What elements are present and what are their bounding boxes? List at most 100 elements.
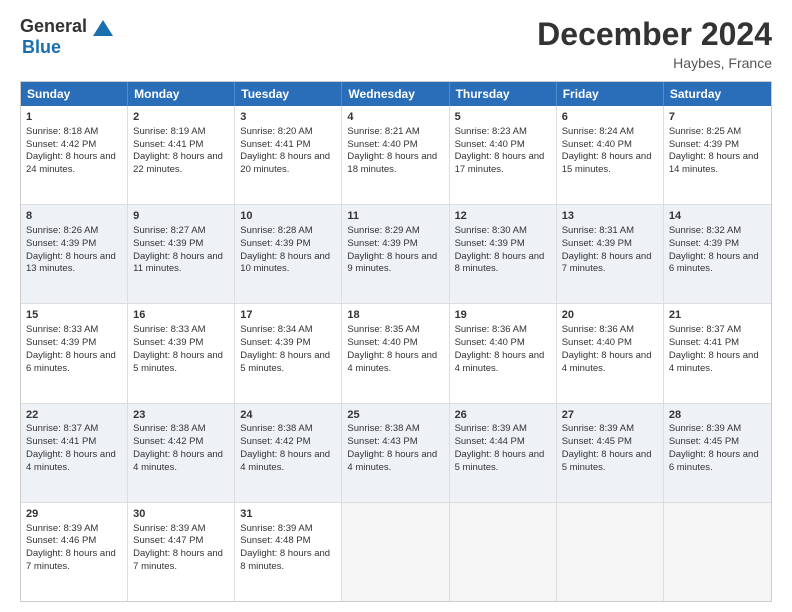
daylight-text: Daylight: 8 hours and 4 minutes. [26,449,122,475]
daylight-text: Daylight: 8 hours and 22 minutes. [133,151,229,177]
sunrise-text: Sunrise: 8:37 AM [669,324,766,337]
day-number: 21 [669,308,766,323]
calendar-cell: 28Sunrise: 8:39 AMSunset: 4:45 PMDayligh… [664,404,771,502]
daylight-text: Daylight: 8 hours and 4 minutes. [133,449,229,475]
calendar-cell: 16Sunrise: 8:33 AMSunset: 4:39 PMDayligh… [128,304,235,402]
sunset-text: Sunset: 4:40 PM [455,139,551,152]
sunset-text: Sunset: 4:41 PM [240,139,336,152]
daylight-text: Daylight: 8 hours and 24 minutes. [26,151,122,177]
day-number: 14 [669,209,766,224]
calendar-cell-empty [664,503,771,601]
day-number: 8 [26,209,122,224]
sunrise-text: Sunrise: 8:36 AM [562,324,658,337]
calendar-cell: 15Sunrise: 8:33 AMSunset: 4:39 PMDayligh… [21,304,128,402]
sunset-text: Sunset: 4:44 PM [455,436,551,449]
sunrise-text: Sunrise: 8:23 AM [455,126,551,139]
sunrise-text: Sunrise: 8:36 AM [455,324,551,337]
calendar-cell-empty [557,503,664,601]
sunrise-text: Sunrise: 8:38 AM [240,423,336,436]
calendar-week-row: 1Sunrise: 8:18 AMSunset: 4:42 PMDaylight… [21,106,771,204]
sunrise-text: Sunrise: 8:18 AM [26,126,122,139]
calendar-cell: 13Sunrise: 8:31 AMSunset: 4:39 PMDayligh… [557,205,664,303]
calendar-week-row: 8Sunrise: 8:26 AM Sunset: 4:39 PM Daylight… [21,204,771,303]
calendar-week-row: 15Sunrise: 8:33 AMSunset: 4:39 PMDayligh… [21,303,771,402]
sunrise-text: Sunrise: 8:31 AM [562,225,658,238]
calendar-cell: 3Sunrise: 8:20 AMSunset: 4:41 PMDaylight… [235,106,342,204]
calendar-cell: 24Sunrise: 8:38 AMSunset: 4:42 PMDayligh… [235,404,342,502]
calendar-cell: 30Sunrise: 8:39 AMSunset: 4:47 PMDayligh… [128,503,235,601]
day-number: 17 [240,308,336,323]
sunset-text: Sunset: 4:45 PM [669,436,766,449]
calendar-cell: 14Sunrise: 8:32 AMSunset: 4:39 PMDayligh… [664,205,771,303]
sunset-text: Sunset: 4:46 PM [26,535,122,548]
daylight-text: Daylight: 8 hours and 7 minutes. [562,251,658,277]
daylight-text: Daylight: 8 hours and 7 minutes. [26,548,122,574]
sunrise-text: Sunrise: 8:38 AM [133,423,229,436]
calendar-cell: 10Sunrise: 8:28 AMSunset: 4:39 PMDayligh… [235,205,342,303]
calendar-header-day: Monday [128,82,235,106]
day-number: 27 [562,408,658,423]
daylight-text: Daylight: 8 hours and 13 minutes. [26,251,122,277]
day-number: 28 [669,408,766,423]
logo: General Blue [20,16,113,58]
sunset-text: Sunset: 4:42 PM [133,436,229,449]
day-number: 10 [240,209,336,224]
sunrise-text: Sunrise: 8:33 AM [26,324,122,337]
sunset-text: Sunset: 4:45 PM [562,436,658,449]
sunset-text: Sunset: 4:48 PM [240,535,336,548]
calendar-cell: 29Sunrise: 8:39 AMSunset: 4:46 PMDayligh… [21,503,128,601]
day-number: 22 [26,408,122,423]
calendar: SundayMondayTuesdayWednesdayThursdayFrid… [20,81,772,602]
calendar-cell: 11Sunrise: 8:29 AMSunset: 4:39 PMDayligh… [342,205,449,303]
daylight-text: Daylight: 8 hours and 9 minutes. [347,251,443,277]
calendar-cell: 31Sunrise: 8:39 AMSunset: 4:48 PMDayligh… [235,503,342,601]
calendar-cell: 25Sunrise: 8:38 AMSunset: 4:43 PMDayligh… [342,404,449,502]
calendar-cell: 27Sunrise: 8:39 AMSunset: 4:45 PMDayligh… [557,404,664,502]
sunrise-text: Sunrise: 8:33 AM [133,324,229,337]
day-number: 2 [133,110,229,125]
sunrise-text: Sunrise: 8:28 AM [240,225,336,238]
calendar-week-row: 29Sunrise: 8:39 AMSunset: 4:46 PMDayligh… [21,502,771,601]
calendar-cell: 20Sunrise: 8:36 AMSunset: 4:40 PMDayligh… [557,304,664,402]
daylight-text: Daylight: 8 hours and 5 minutes. [455,449,551,475]
sunset-text: Sunset: 4:39 PM [669,238,766,251]
daylight-text: Daylight: 8 hours and 5 minutes. [133,350,229,376]
daylight-text: Daylight: 8 hours and 4 minutes. [347,350,443,376]
sunrise-text: Sunrise: 8:34 AM [240,324,336,337]
header: General Blue December 2024 Haybes, Franc… [20,16,772,71]
calendar-cell: 4Sunrise: 8:21 AMSunset: 4:40 PMDaylight… [342,106,449,204]
sunset-text: Sunset: 4:39 PM [669,139,766,152]
sunrise-text: Sunrise: 8:26 AM [26,225,122,238]
calendar-header-day: Thursday [450,82,557,106]
sunset-text: Sunset: 4:40 PM [455,337,551,350]
daylight-text: Daylight: 8 hours and 4 minutes. [562,350,658,376]
daylight-text: Daylight: 8 hours and 14 minutes. [669,151,766,177]
sunrise-text: Sunrise: 8:39 AM [133,523,229,536]
day-number: 26 [455,408,551,423]
day-number: 1 [26,110,122,125]
sunset-text: Sunset: 4:40 PM [562,337,658,350]
sunset-text: Sunset: 4:39 PM [240,337,336,350]
sunrise-text: Sunrise: 8:27 AM [133,225,229,238]
calendar-cell: 6Sunrise: 8:24 AMSunset: 4:40 PMDaylight… [557,106,664,204]
day-number: 29 [26,507,122,522]
calendar-cell-empty [342,503,449,601]
day-number: 18 [347,308,443,323]
daylight-text: Daylight: 8 hours and 6 minutes. [669,449,766,475]
sunrise-text: Sunrise: 8:39 AM [240,523,336,536]
calendar-header: SundayMondayTuesdayWednesdayThursdayFrid… [21,82,771,106]
calendar-cell: 26Sunrise: 8:39 AMSunset: 4:44 PMDayligh… [450,404,557,502]
sunset-text: Sunset: 4:47 PM [133,535,229,548]
daylight-text: Daylight: 8 hours and 4 minutes. [455,350,551,376]
daylight-text: Daylight: 8 hours and 4 minutes. [240,449,336,475]
calendar-header-day: Sunday [21,82,128,106]
sunrise-text: Sunrise: 8:32 AM [669,225,766,238]
daylight-text: Daylight: 8 hours and 8 minutes. [240,548,336,574]
sunrise-text: Sunrise: 8:19 AM [133,126,229,139]
calendar-header-day: Tuesday [235,82,342,106]
calendar-header-day: Friday [557,82,664,106]
logo-icon [93,20,113,36]
calendar-cell: 19Sunrise: 8:36 AMSunset: 4:40 PMDayligh… [450,304,557,402]
sunset-text: Sunset: 4:39 PM [133,238,229,251]
day-number: 6 [562,110,658,125]
